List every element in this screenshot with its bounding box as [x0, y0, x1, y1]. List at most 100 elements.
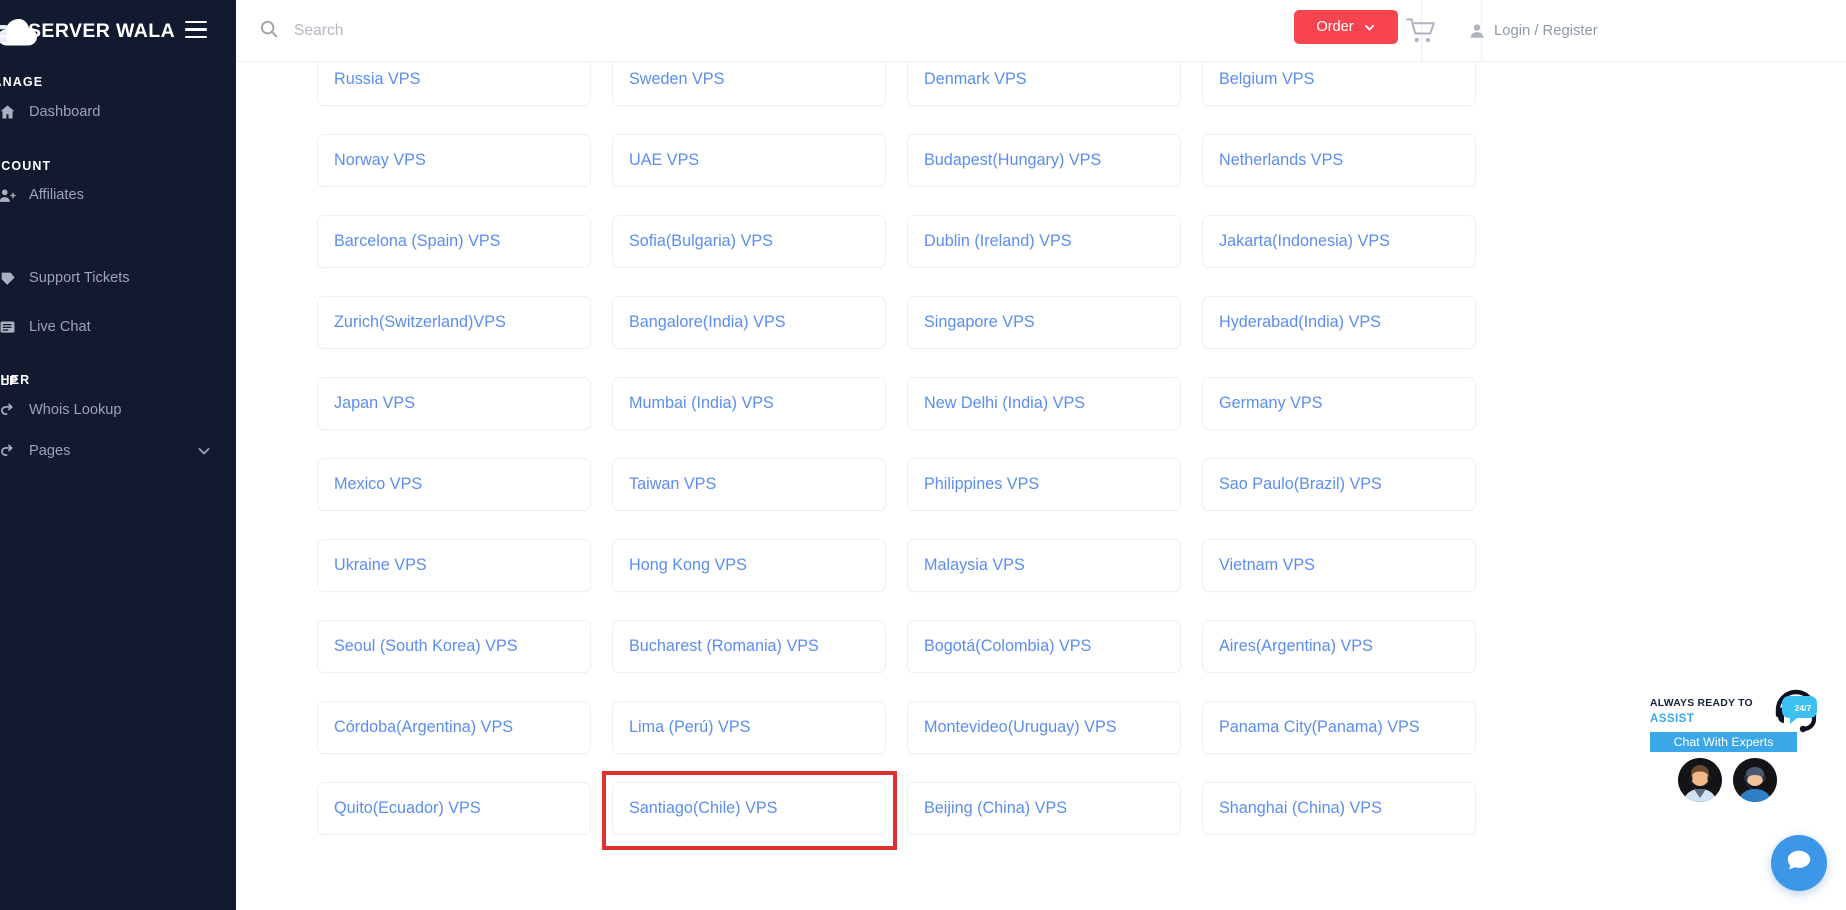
menu-toggle-icon[interactable]: [185, 21, 207, 39]
sidebar-item-affiliates[interactable]: Affiliates: [0, 178, 236, 212]
pages-icon: [0, 439, 22, 463]
vps-location-card[interactable]: Sofia(Bulgaria) VPS: [612, 215, 886, 268]
vps-location-card[interactable]: Aires(Argentina) VPS: [1202, 620, 1476, 673]
vps-location-link[interactable]: Norway VPS: [318, 151, 426, 170]
vps-location-card[interactable]: UAE VPS: [612, 134, 886, 187]
chat-launcher-button[interactable]: [1771, 835, 1827, 891]
vps-location-link[interactable]: Montevideo(Uruguay) VPS: [908, 718, 1117, 737]
vps-location-link[interactable]: New Delhi (India) VPS: [908, 394, 1085, 413]
sidebar-item-whois-lookup[interactable]: Whois Lookup: [0, 393, 236, 427]
vps-location-link[interactable]: Beijing (China) VPS: [908, 799, 1067, 818]
vps-location-link[interactable]: Budapest(Hungary) VPS: [908, 151, 1101, 170]
vps-location-card[interactable]: Sweden VPS: [612, 62, 886, 106]
vps-location-card[interactable]: New Delhi (India) VPS: [907, 377, 1181, 430]
vps-location-link[interactable]: Vietnam VPS: [1203, 556, 1315, 575]
vps-location-card[interactable]: Hyderabad(India) VPS: [1202, 296, 1476, 349]
vps-location-link[interactable]: Russia VPS: [318, 70, 420, 89]
vps-location-link[interactable]: UAE VPS: [613, 151, 699, 170]
vps-location-link[interactable]: Japan VPS: [318, 394, 415, 413]
vps-location-card[interactable]: Mexico VPS: [317, 458, 591, 511]
vps-location-card[interactable]: Bangalore(India) VPS: [612, 296, 886, 349]
vps-location-card[interactable]: Zurich(Switzerland)VPS: [317, 296, 591, 349]
vps-location-card[interactable]: Germany VPS: [1202, 377, 1476, 430]
vps-location-link[interactable]: Lima (Perú) VPS: [613, 718, 750, 737]
vps-location-card[interactable]: Taiwan VPS: [612, 458, 886, 511]
vps-location-link[interactable]: Sao Paulo(Brazil) VPS: [1203, 475, 1382, 494]
vps-location-link[interactable]: Belgium VPS: [1203, 70, 1314, 89]
sidebar-item-dashboard[interactable]: Dashboard: [0, 95, 236, 129]
vps-location-card[interactable]: Vietnam VPS: [1202, 539, 1476, 592]
vps-location-link[interactable]: Denmark VPS: [908, 70, 1027, 89]
vps-location-link[interactable]: Philippines VPS: [908, 475, 1039, 494]
vps-location-card[interactable]: Montevideo(Uruguay) VPS: [907, 701, 1181, 754]
vps-location-card[interactable]: Panama City(Panama) VPS: [1202, 701, 1476, 754]
cart-icon[interactable]: [1406, 17, 1436, 45]
vps-location-link[interactable]: Shanghai (China) VPS: [1203, 799, 1382, 818]
vps-location-link[interactable]: Bucharest (Romania) VPS: [613, 637, 819, 656]
vps-location-card[interactable]: Japan VPS: [317, 377, 591, 430]
vps-location-card[interactable]: Seoul (South Korea) VPS: [317, 620, 591, 673]
vps-location-link[interactable]: Hyderabad(India) VPS: [1203, 313, 1381, 332]
vps-location-link[interactable]: Germany VPS: [1203, 394, 1322, 413]
vps-location-card[interactable]: Denmark VPS: [907, 62, 1181, 106]
chat-promo-widget[interactable]: ALWAYS READY TO ASSIST 24/7 Chat With Ex…: [1640, 689, 1846, 820]
vps-location-link[interactable]: Panama City(Panama) VPS: [1203, 718, 1420, 737]
ticket-icon: [0, 266, 22, 290]
vps-location-card[interactable]: Sao Paulo(Brazil) VPS: [1202, 458, 1476, 511]
vps-location-link[interactable]: Córdoba(Argentina) VPS: [318, 718, 513, 737]
vps-location-link[interactable]: Taiwan VPS: [613, 475, 716, 494]
vps-location-link[interactable]: Malaysia VPS: [908, 556, 1025, 575]
vps-location-link[interactable]: Zurich(Switzerland)VPS: [318, 313, 506, 332]
vps-location-link[interactable]: Mumbai (India) VPS: [613, 394, 774, 413]
vps-location-link[interactable]: Mexico VPS: [318, 475, 422, 494]
vps-location-card[interactable]: Mumbai (India) VPS: [612, 377, 886, 430]
sidebar-brand[interactable]: SERVER WALA: [0, 0, 236, 62]
vps-location-card[interactable]: Shanghai (China) VPS: [1202, 782, 1476, 835]
vps-location-card[interactable]: Barcelona (Spain) VPS: [317, 215, 591, 268]
vps-location-card[interactable]: Budapest(Hungary) VPS: [907, 134, 1181, 187]
vps-location-card[interactable]: Russia VPS: [317, 62, 591, 106]
sidebar-item-live-chat[interactable]: Live Chat: [0, 310, 236, 344]
vps-location-card[interactable]: Bogotá(Colombia) VPS: [907, 620, 1181, 673]
vps-location-link[interactable]: Ukraine VPS: [318, 556, 427, 575]
chevron-down-icon[interactable]: [196, 443, 212, 459]
vps-location-card[interactable]: Quito(Ecuador) VPS: [317, 782, 591, 835]
vps-location-card[interactable]: Dublin (Ireland) VPS: [907, 215, 1181, 268]
vps-location-card[interactable]: Lima (Perú) VPS: [612, 701, 886, 754]
vps-location-card[interactable]: Bucharest (Romania) VPS: [612, 620, 886, 673]
sidebar-item-support-tickets[interactable]: Support Tickets: [0, 261, 236, 295]
vps-location-card[interactable]: Beijing (China) VPS: [907, 782, 1181, 835]
vps-location-link[interactable]: Aires(Argentina) VPS: [1203, 637, 1373, 656]
search-input[interactable]: [294, 12, 1074, 50]
vps-location-card[interactable]: Santiago(Chile) VPS: [612, 782, 886, 835]
vps-location-link[interactable]: Sofia(Bulgaria) VPS: [613, 232, 773, 251]
account-button[interactable]: Login / Register: [1468, 14, 1598, 48]
chat-with-experts-button[interactable]: Chat With Experts: [1650, 732, 1797, 752]
vps-location-card[interactable]: Philippines VPS: [907, 458, 1181, 511]
vps-location-link[interactable]: Dublin (Ireland) VPS: [908, 232, 1072, 251]
vps-location-link[interactable]: Hong Kong VPS: [613, 556, 747, 575]
vps-location-link[interactable]: Jakarta(Indonesia) VPS: [1203, 232, 1390, 251]
vps-location-card[interactable]: Córdoba(Argentina) VPS: [317, 701, 591, 754]
vps-location-card[interactable]: Netherlands VPS: [1202, 134, 1476, 187]
vps-location-link[interactable]: Barcelona (Spain) VPS: [318, 232, 500, 251]
vps-location-card[interactable]: Norway VPS: [317, 134, 591, 187]
vps-location-link[interactable]: Bogotá(Colombia) VPS: [908, 637, 1091, 656]
vps-location-card[interactable]: Ukraine VPS: [317, 539, 591, 592]
account-label: Login / Register: [1494, 23, 1598, 39]
vps-location-link[interactable]: Netherlands VPS: [1203, 151, 1343, 170]
vps-location-card[interactable]: Singapore VPS: [907, 296, 1181, 349]
vps-location-link[interactable]: Seoul (South Korea) VPS: [318, 637, 518, 656]
vps-location-link[interactable]: Sweden VPS: [613, 70, 724, 89]
sidebar-item-pages[interactable]: Pages: [0, 434, 236, 468]
vps-location-card[interactable]: Jakarta(Indonesia) VPS: [1202, 215, 1476, 268]
vps-location-card[interactable]: Belgium VPS: [1202, 62, 1476, 106]
sidebar-item-label: Affiliates: [29, 187, 84, 203]
vps-location-link[interactable]: Santiago(Chile) VPS: [613, 799, 777, 818]
vps-location-card[interactable]: Hong Kong VPS: [612, 539, 886, 592]
vps-location-link[interactable]: Quito(Ecuador) VPS: [318, 799, 481, 818]
order-button[interactable]: Order: [1294, 10, 1398, 44]
vps-location-link[interactable]: Bangalore(India) VPS: [613, 313, 786, 332]
vps-location-card[interactable]: Malaysia VPS: [907, 539, 1181, 592]
vps-location-link[interactable]: Singapore VPS: [908, 313, 1035, 332]
